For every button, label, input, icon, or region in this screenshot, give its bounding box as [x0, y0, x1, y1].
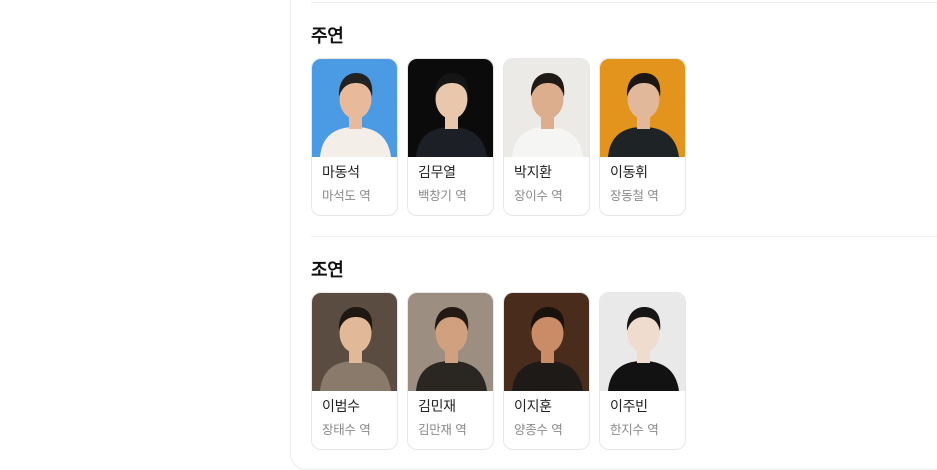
- actor-photo: [600, 59, 685, 157]
- actor-name: 이지훈: [514, 399, 552, 415]
- actor-role: 백창기 역: [418, 188, 467, 203]
- actor-name: 이동휘: [610, 165, 648, 181]
- actor-role: 장태수 역: [322, 422, 371, 437]
- cast-card[interactable]: 이범수 장태수 역: [311, 292, 398, 450]
- supporting-cast-title: 조연: [311, 260, 344, 281]
- section-divider: [311, 236, 937, 237]
- actor-name: 박지환: [514, 165, 552, 181]
- main-cast-list: 마동석 마석도 역 김무열 백창기 역 박지환 장이수 역 이동휘 장동철 역: [311, 58, 686, 216]
- actor-role: 김만재 역: [418, 422, 467, 437]
- actor-photo: [504, 293, 589, 391]
- cast-card[interactable]: 이동휘 장동철 역: [599, 58, 686, 216]
- actor-name: 마동석: [322, 165, 360, 181]
- top-divider: [311, 2, 937, 3]
- cast-card[interactable]: 이주빈 한지수 역: [599, 292, 686, 450]
- cast-card[interactable]: 이지훈 양종수 역: [503, 292, 590, 450]
- main-cast-title: 주연: [311, 26, 344, 47]
- actor-role: 장이수 역: [514, 188, 563, 203]
- actor-photo: [312, 59, 397, 157]
- cast-card[interactable]: 김민재 김만재 역: [407, 292, 494, 450]
- actor-name: 김무열: [418, 165, 456, 181]
- actor-photo: [408, 293, 493, 391]
- actor-role: 장동철 역: [610, 188, 659, 203]
- actor-name: 이주빈: [610, 399, 648, 415]
- actor-name: 김민재: [418, 399, 456, 415]
- actor-photo: [312, 293, 397, 391]
- actor-photo: [504, 59, 589, 157]
- cast-card[interactable]: 박지환 장이수 역: [503, 58, 590, 216]
- actor-role: 한지수 역: [610, 422, 659, 437]
- actor-role: 양종수 역: [514, 422, 563, 437]
- actor-photo: [600, 293, 685, 391]
- supporting-cast-list: 이범수 장태수 역 김민재 김만재 역 이지훈 양종수 역 이주빈 한지수 역: [311, 292, 686, 450]
- actor-name: 이범수: [322, 399, 360, 415]
- cast-card[interactable]: 김무열 백창기 역: [407, 58, 494, 216]
- actor-role: 마석도 역: [322, 188, 371, 203]
- actor-photo: [408, 59, 493, 157]
- cast-card[interactable]: 마동석 마석도 역: [311, 58, 398, 216]
